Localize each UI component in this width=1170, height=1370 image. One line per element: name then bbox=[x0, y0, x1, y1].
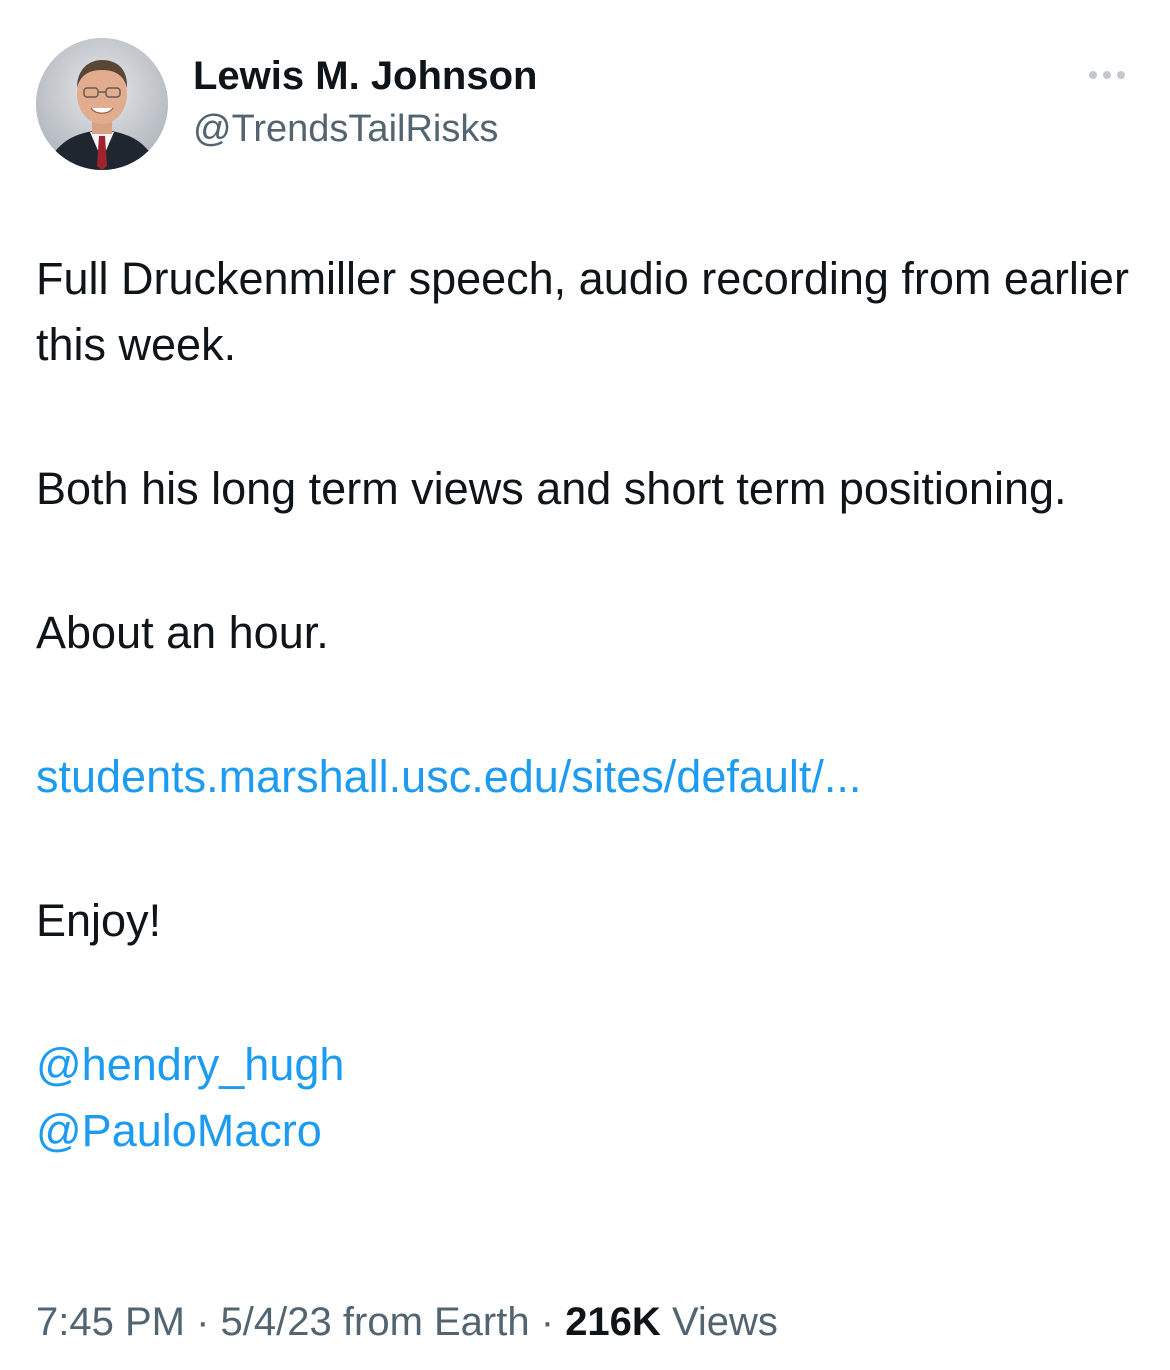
mentions-list: @hendry_hugh @PauloMacro bbox=[36, 1032, 1136, 1164]
tweet-paragraph: Enjoy! bbox=[36, 895, 162, 946]
tweet-time[interactable]: 7:45 PM bbox=[36, 1300, 185, 1344]
tweet-source: from Earth bbox=[342, 1300, 530, 1344]
tweet-paragraph: Full Druckenmiller speech, audio recordi… bbox=[36, 253, 1129, 370]
mention-link-paulomacro[interactable]: @PauloMacro bbox=[36, 1098, 1136, 1164]
more-options-button[interactable] bbox=[1080, 58, 1134, 92]
tweet-meta: 7:45 PM · 5/4/23 from Earth · 216K Views bbox=[36, 1296, 778, 1348]
more-horizontal-icon bbox=[1086, 66, 1128, 84]
mention-link-hendry-hugh[interactable]: @hendry_hugh bbox=[36, 1032, 1136, 1098]
meta-separator: · bbox=[196, 1300, 210, 1344]
tweet-url-link[interactable]: students.marshall.usc.edu/sites/default/… bbox=[36, 751, 861, 802]
tweet-paragraph: About an hour. bbox=[36, 607, 329, 658]
tweet-paragraph: Both his long term views and short term … bbox=[36, 463, 1067, 514]
avatar-image bbox=[36, 38, 168, 170]
views-count[interactable]: 216K bbox=[565, 1300, 661, 1344]
tweet-text: Full Druckenmiller speech, audio recordi… bbox=[36, 246, 1136, 1164]
avatar[interactable] bbox=[36, 38, 168, 170]
meta-separator: · bbox=[540, 1300, 555, 1344]
tweet-link-paragraph: students.marshall.usc.edu/sites/default/… bbox=[36, 744, 1136, 810]
tweet-date[interactable]: 5/4/23 bbox=[221, 1300, 332, 1344]
author-name[interactable]: Lewis M. Johnson bbox=[193, 52, 537, 100]
author-handle[interactable]: @TrendsTailRisks bbox=[193, 106, 498, 152]
tweet-card: Lewis M. Johnson @TrendsTailRisks Full D… bbox=[0, 0, 1170, 1370]
views-label[interactable]: Views bbox=[672, 1300, 778, 1344]
